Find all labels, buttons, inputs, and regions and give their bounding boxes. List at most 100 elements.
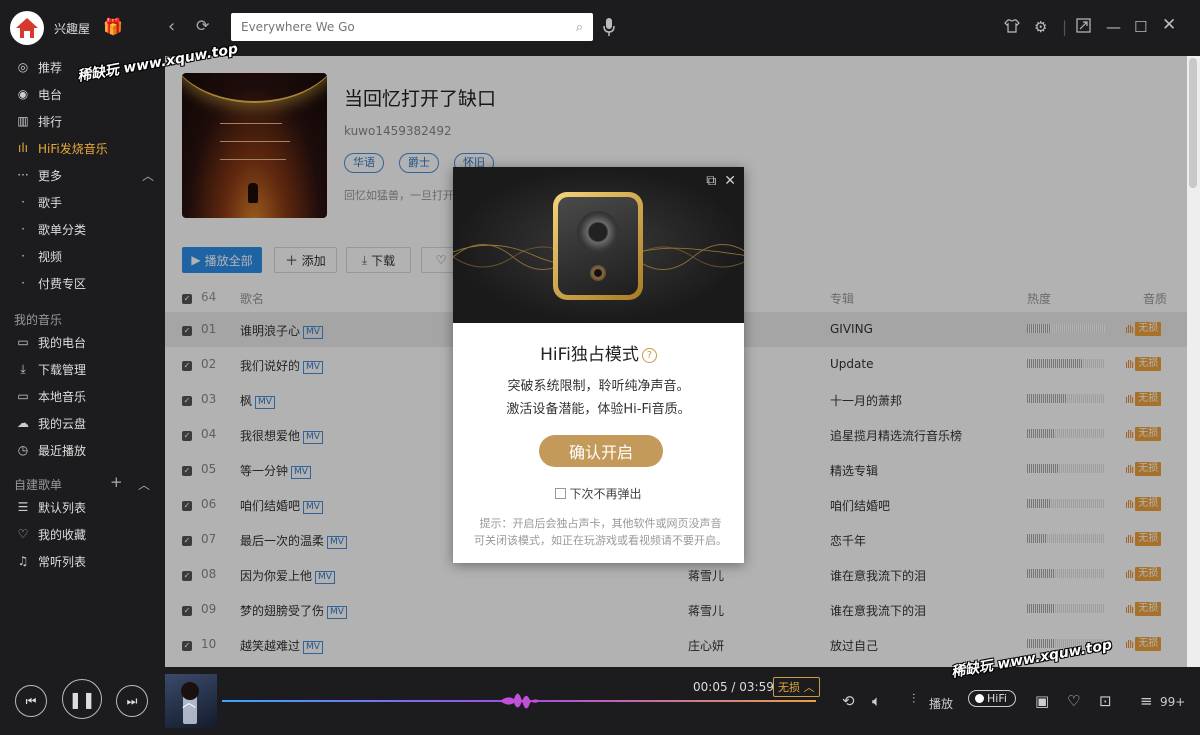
sidebar-item-label: 歌单分类 (38, 222, 87, 237)
sidebar-item-hifi[interactable]: ılı HiFi发烧音乐 (14, 137, 108, 159)
my-radio-icon: ▭ (17, 335, 29, 349)
toggle-knob (975, 694, 984, 703)
pause-button[interactable]: ❚❚ (62, 679, 102, 719)
sidebar-item-label: 最近播放 (38, 443, 87, 458)
skin-icon[interactable] (1004, 18, 1020, 38)
sidebar-item-label: 排行 (38, 114, 63, 129)
hifi-dialog: ⧉ ✕ HiFi独占模式? 突破系统限制，聆听纯净声音。 激活设备潜能，体验Hi-… (453, 167, 744, 563)
playlist-queue-icon[interactable]: ≡ (1140, 692, 1153, 710)
bullet-icon: · (21, 222, 25, 236)
tip-line-1: 提示：开启后会独占声卡，其他软件或网页没声音 (479, 517, 722, 530)
checkbox-box[interactable] (555, 488, 567, 499)
sidebar-item-label: 下载管理 (38, 362, 87, 377)
list-icon: ☰ (17, 500, 29, 514)
sidebar-item-cloud[interactable]: ☁ 我的云盘 (14, 412, 86, 434)
popout-icon[interactable]: ⧉ (706, 173, 716, 189)
sidebar-item-label: 我的收藏 (38, 527, 87, 542)
dialog-line-2: 激活设备潜能，体验Hi-Fi音质。 (506, 402, 691, 417)
next-button[interactable]: ⏭ (116, 685, 148, 717)
confirm-enable-button[interactable]: 确认开启 (539, 435, 663, 467)
search-box[interactable]: ⌕ (231, 13, 593, 41)
sidebar-item-my-radio[interactable]: ▭ 我的电台 (14, 331, 86, 353)
back-icon[interactable]: ‹ (168, 16, 175, 37)
help-icon[interactable]: ? (641, 348, 657, 363)
chevron-up-icon[interactable]: ︿ (138, 476, 150, 493)
sidebar-item-radio[interactable]: ◉ 电台 (14, 83, 62, 105)
search-input[interactable] (241, 20, 576, 34)
sidebar-item-video[interactable]: · 视频 (14, 245, 62, 267)
like-heart-icon[interactable]: ♡ (1067, 692, 1080, 710)
app-logo-icon[interactable] (10, 11, 44, 45)
sidebar-item-label: 歌手 (38, 195, 63, 210)
sidebar-item-paid[interactable]: · 付费专区 (14, 272, 86, 294)
chart-icon: ▥ (17, 114, 29, 128)
previous-button[interactable]: ⏮ (15, 685, 47, 717)
download-icon: ⤓ (20, 361, 26, 376)
queue-icon: ♫ (17, 554, 29, 568)
divider: | (1062, 18, 1068, 36)
sidebar-item-recent[interactable]: ◷ 最近播放 (14, 439, 86, 461)
bullet-icon: · (21, 249, 25, 263)
player-bar: ⏮ ❚❚ ⏭ ︿ 00:05 / 03:59 无损 ︿ ⟲ 🔈︎ ⫶ 播放 Hi… (0, 667, 1200, 735)
sidebar: ◎ 推荐 ◉ 电台 ▥ 排行 ılı HiFi发烧音乐 ··· 更多 ︿ · 歌手 · 歌单分类… (0, 56, 165, 667)
chevron-up-icon[interactable]: ︿ (182, 692, 196, 712)
quality-label: 无损 (778, 681, 800, 694)
sidebar-item-label: HiFi发烧音乐 (38, 141, 108, 156)
equalizer-icon[interactable]: ⫶ (912, 692, 915, 707)
volume-icon[interactable]: 🔈︎ (872, 692, 881, 710)
sidebar-item-playlist-category[interactable]: · 歌单分类 (14, 218, 86, 240)
cloud-icon: ☁ (17, 416, 29, 430)
sidebar-item-default-list[interactable]: ☰ 默认列表 (14, 496, 86, 518)
sidebar-item-label: 付费专区 (38, 276, 87, 291)
monitor-icon: ▭ (17, 389, 29, 403)
radio-icon: ◉ (17, 87, 29, 101)
comment-icon[interactable]: ⊡ (1099, 692, 1112, 710)
sidebar-item-more[interactable]: ··· 更多 ︿ (14, 164, 154, 186)
lyrics-icon[interactable]: ▣ (1035, 692, 1049, 710)
my-music-section-title: 我的音乐 (14, 313, 63, 327)
microphone-icon[interactable] (602, 16, 616, 41)
refresh-icon[interactable]: ⟳ (196, 16, 209, 35)
heart-icon: ♡ (17, 527, 29, 541)
bullet-icon: · (21, 276, 25, 290)
quality-selector[interactable]: 无损 ︿ (773, 677, 820, 697)
sidebar-item-local[interactable]: ▭ 本地音乐 (14, 385, 86, 407)
bullet-icon: · (21, 195, 25, 209)
dialog-close-icon[interactable]: ✕ (724, 173, 736, 189)
close-icon[interactable]: ✕ (1162, 15, 1176, 35)
progress-wave-thumb[interactable] (500, 687, 540, 715)
scrollbar-thumb[interactable] (1189, 58, 1197, 188)
effect-label[interactable]: 播放 (929, 695, 953, 712)
sidebar-item-favorites[interactable]: ♡ 我的收藏 (14, 523, 86, 545)
sidebar-item-chart[interactable]: ▥ 排行 (14, 110, 62, 132)
gift-icon[interactable]: 🎁 (103, 17, 123, 36)
search-icon[interactable]: ⌕ (576, 20, 583, 35)
minimize-icon[interactable]: — (1106, 18, 1121, 36)
sidebar-item-recommend[interactable]: ◎ 推荐 (14, 56, 62, 78)
sidebar-item-download[interactable]: ⤓ 下载管理 (14, 358, 86, 380)
maximize-icon[interactable]: ☐ (1134, 18, 1147, 36)
add-playlist-icon[interactable]: + (110, 473, 123, 491)
time-display: 00:05 / 03:59 (693, 680, 774, 694)
hifi-toggle[interactable]: HiFi (968, 690, 1016, 707)
sidebar-item-singer[interactable]: · 歌手 (14, 191, 62, 213)
recommend-icon: ◎ (17, 60, 29, 74)
dont-show-again-checkbox[interactable]: 下次不再弹出 (453, 485, 744, 502)
loop-icon[interactable]: ⟲ (842, 692, 855, 710)
dialog-tip: 提示：开启后会独占声卡，其他软件或网页没声音 可关闭该模式，如正在玩游戏或看视频请… (468, 515, 733, 549)
more-dots-icon: ··· (17, 168, 29, 182)
settings-gear-icon[interactable]: ⚙ (1034, 18, 1047, 36)
tip-line-2: 可关闭该模式，如正在玩游戏或看视频请不要开启。 (474, 534, 727, 547)
sidebar-item-frequent[interactable]: ♫ 常听列表 (14, 550, 86, 572)
hifi-label: HiFi (987, 692, 1007, 705)
mini-mode-icon[interactable] (1076, 18, 1091, 37)
playlists-title-text: 自建歌单 (14, 478, 63, 492)
chevron-up-icon[interactable]: ︿ (142, 167, 154, 184)
speaker-device-icon (553, 192, 643, 300)
sidebar-item-label: 常听列表 (38, 554, 87, 569)
now-playing-thumbnail[interactable]: ︿ (165, 674, 217, 728)
queue-count: 99+ (1160, 695, 1186, 709)
sidebar-item-label: 我的云盘 (38, 416, 87, 431)
sidebar-item-label: 默认列表 (38, 500, 87, 515)
dialog-title: HiFi独占模式? (453, 340, 744, 365)
